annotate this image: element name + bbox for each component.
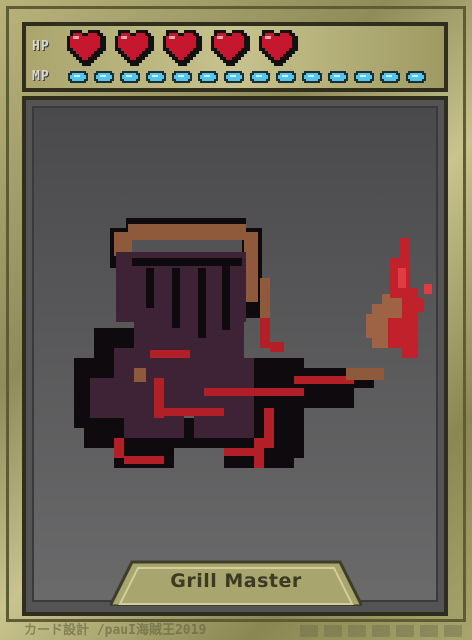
heart-icon xyxy=(256,30,298,66)
mana-pip-icon xyxy=(196,69,220,85)
heart-icon xyxy=(112,30,154,66)
card-credit: カード設計 /pauI海賊王2019 xyxy=(24,623,207,638)
art-frame xyxy=(22,96,448,616)
mana-pip-icon xyxy=(248,69,272,85)
mana-pip-icon xyxy=(300,69,324,85)
stat-panel: HP MP xyxy=(22,22,448,92)
mp-pips xyxy=(66,69,428,85)
mana-pip-icon xyxy=(274,69,298,85)
hp-label: HP xyxy=(32,39,50,54)
mana-pip-icon xyxy=(404,69,428,85)
heart-icon xyxy=(208,30,250,66)
mana-pip-icon xyxy=(222,69,246,85)
grill-master-sprite xyxy=(74,218,432,468)
art-background xyxy=(32,106,438,602)
name-plate: Grill Master xyxy=(110,560,362,606)
mana-pip-icon xyxy=(118,69,142,85)
credit-watermark xyxy=(300,625,462,637)
mana-pip-icon xyxy=(170,69,194,85)
mana-pip-icon xyxy=(352,69,376,85)
mana-pip-icon xyxy=(66,69,90,85)
mana-pip-icon xyxy=(144,69,168,85)
hp-hearts xyxy=(64,30,298,66)
heart-icon xyxy=(160,30,202,66)
card-name: Grill Master xyxy=(170,570,302,592)
mana-pip-icon xyxy=(378,69,402,85)
heart-icon xyxy=(64,30,106,66)
mana-pip-icon xyxy=(92,69,116,85)
card: HP MP Grill Master カード設計 /pauI海賊王2019 xyxy=(0,0,472,640)
mp-label: MP xyxy=(32,69,50,84)
mana-pip-icon xyxy=(326,69,350,85)
